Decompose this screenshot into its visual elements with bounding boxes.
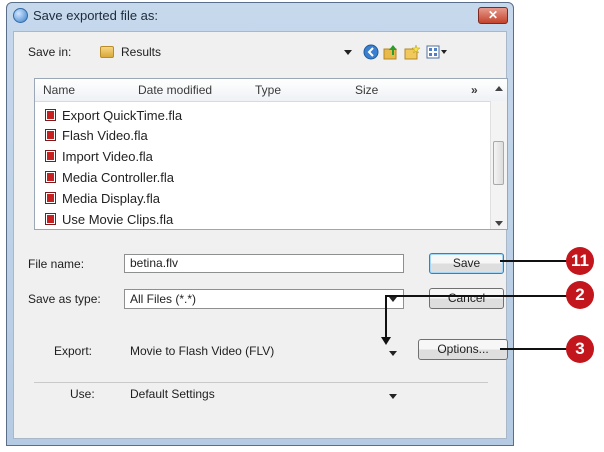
options-button[interactable]: Options... [418, 339, 508, 360]
cancel-button[interactable]: Cancel [429, 288, 504, 309]
file-name-input[interactable]: betina.flv [124, 254, 404, 273]
save-as-type-label: Save as type: [28, 292, 101, 306]
save-button[interactable]: Save [429, 253, 504, 274]
scroll-down-icon[interactable] [495, 219, 503, 227]
file-list[interactable]: Name Date modified Type Size » Export Qu… [34, 78, 508, 230]
file-name: Import Video.fla [62, 148, 153, 164]
folder-icon [100, 46, 114, 58]
views-icon[interactable] [426, 44, 447, 60]
dialog-client: Save in: Results Name Date modified Type… [13, 31, 508, 439]
file-name: Export QuickTime.fla [62, 107, 183, 123]
use-select[interactable]: Default Settings [124, 384, 404, 404]
save-in-folder[interactable]: Results [121, 45, 161, 59]
fla-file-icon [45, 109, 56, 121]
list-item[interactable]: Media Controller.fla [45, 167, 174, 187]
save-in-dropdown-arrow[interactable] [344, 50, 352, 55]
dialog-title: Save exported file as: [33, 8, 159, 23]
close-button[interactable]: ✕ [478, 7, 508, 24]
back-icon[interactable] [363, 44, 379, 60]
chevron-down-icon [389, 297, 397, 302]
callout-line [385, 295, 387, 339]
export-value: Movie to Flash Video (FLV) [130, 344, 275, 358]
file-name: Media Controller.fla [62, 169, 174, 185]
app-icon [13, 8, 28, 23]
fla-file-icon [45, 192, 56, 204]
callout-badge: 11 [566, 247, 594, 275]
file-name: Flash Video.fla [62, 127, 148, 143]
new-folder-icon[interactable] [404, 44, 421, 60]
column-name[interactable]: Name [43, 83, 75, 97]
use-value: Default Settings [130, 387, 215, 401]
file-name-label: File name: [28, 257, 85, 271]
save-dialog: Save exported file as: ✕ Save in: Result… [6, 2, 514, 446]
list-item[interactable]: Export QuickTime.fla [45, 105, 182, 125]
export-label: Export: [54, 344, 93, 358]
list-item[interactable]: Use Movie Clips.fla [45, 209, 173, 229]
chevron-down-icon [389, 394, 397, 399]
fla-file-icon [45, 213, 56, 225]
list-item[interactable]: Media Display.fla [45, 188, 160, 208]
list-item[interactable]: Flash Video.fla [45, 125, 148, 145]
save-as-type-select[interactable]: All Files (*.*) [124, 289, 404, 309]
column-header-row: Name Date modified Type Size » [35, 79, 507, 102]
scroll-thumb[interactable] [493, 141, 504, 185]
save-in-label: Save in: [28, 45, 72, 59]
callout-line [500, 348, 570, 350]
callout-line [386, 295, 570, 297]
callout-badge: 2 [566, 281, 594, 309]
vertical-scrollbar[interactable] [490, 86, 507, 229]
callout-line [500, 260, 570, 262]
title-bar: Save exported file as: ✕ [7, 3, 513, 29]
callout-arrow-icon [381, 337, 391, 345]
column-size[interactable]: Size [355, 83, 378, 97]
column-type[interactable]: Type [255, 83, 281, 97]
save-as-type-value: All Files (*.*) [130, 292, 197, 306]
chevron-down-icon [389, 351, 397, 356]
up-folder-icon[interactable] [383, 44, 399, 60]
more-columns-chevron[interactable]: » [471, 83, 478, 97]
fla-file-icon [45, 129, 56, 141]
column-date-modified[interactable]: Date modified [138, 83, 212, 97]
fla-file-icon [45, 171, 56, 183]
scroll-up-icon[interactable] [495, 85, 503, 93]
file-name: Use Movie Clips.fla [62, 211, 174, 227]
file-name: Media Display.fla [62, 190, 161, 206]
fla-file-icon [45, 150, 56, 162]
use-label: Use: [70, 387, 95, 401]
export-select[interactable]: Movie to Flash Video (FLV) [124, 341, 404, 361]
callout-badge: 3 [566, 335, 594, 363]
list-item[interactable]: Import Video.fla [45, 146, 153, 166]
